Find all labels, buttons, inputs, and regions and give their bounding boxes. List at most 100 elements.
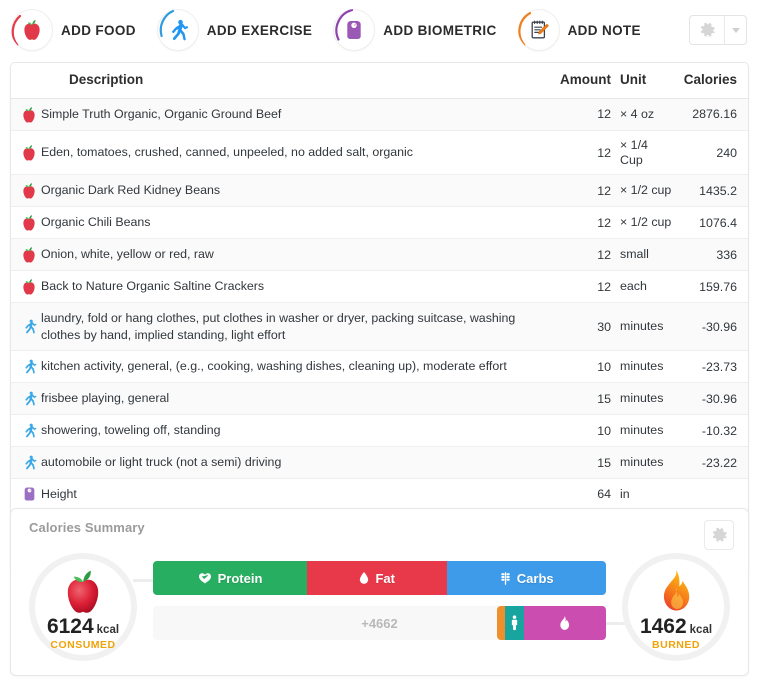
add-exercise-label: ADD EXERCISE — [206, 22, 313, 38]
row-amount: 64 — [558, 478, 620, 511]
row-description: laundry, fold or hang clothes, put cloth… — [41, 302, 558, 352]
toolbar-settings-group[interactable] — [689, 15, 747, 45]
row-calories — [674, 478, 748, 511]
row-amount: 10 — [558, 414, 620, 448]
calorie-tracker-page: ADD FOOD ADD EXERCISE ADD BIOMETRIC ADD … — [0, 0, 759, 687]
calorie-delta-label: +4662 — [361, 615, 398, 631]
col-icon — [11, 63, 41, 99]
row-unit: each — [620, 270, 674, 304]
add-biometric-button[interactable]: ADD BIOMETRIC — [334, 9, 496, 50]
droplet-icon — [359, 571, 369, 585]
apple-icon — [23, 279, 35, 295]
meat-icon — [198, 572, 212, 584]
row-calories: -23.73 — [674, 350, 748, 384]
col-calories: Calories — [674, 63, 748, 99]
burned-value: 1462 — [639, 615, 687, 638]
row-unit: × 1/4 Cup — [620, 130, 674, 176]
col-description: Description — [41, 63, 558, 99]
table-row[interactable]: Back to Nature Organic Saltine Crackers 1… — [11, 270, 748, 304]
table-row[interactable]: Eden, tomatoes, crushed, canned, unpeele… — [11, 130, 748, 176]
table-row[interactable]: Onion, white, yellow or red, raw 12 small 3… — [11, 238, 748, 272]
exercise-segment[interactable] — [523, 606, 606, 640]
calories-summary-card: Calories Summary 6124 kcal CONSUMED 1462… — [10, 508, 749, 676]
burned-unit: kcal — [689, 624, 713, 636]
row-calories: -23.22 — [674, 446, 748, 480]
row-calories: -30.96 — [674, 382, 748, 416]
row-type-icon-cell — [11, 270, 41, 304]
add-exercise-button[interactable]: ADD EXERCISE — [157, 9, 313, 50]
apple-icon — [23, 145, 35, 161]
row-description: Organic Dark Red Kidney Beans — [41, 174, 558, 208]
wheat-icon — [501, 571, 510, 585]
row-description: showering, toweling off, standing — [41, 414, 558, 448]
add-note-button[interactable]: ADD NOTE — [517, 10, 641, 50]
table-row[interactable]: Organic Dark Red Kidney Beans 12 × 1/2 cup… — [11, 174, 748, 208]
table-row[interactable]: showering, toweling off, standing 10 minut… — [11, 414, 748, 448]
log-table-card: Description Amount Unit Calories Simple … — [10, 62, 749, 574]
burned-breakdown-bar — [497, 606, 606, 640]
table-row[interactable]: Height 64 in — [11, 478, 748, 511]
row-description: Onion, white, yellow or red, raw — [41, 238, 558, 272]
row-amount: 12 — [558, 238, 620, 272]
activity-segment[interactable] — [505, 606, 524, 640]
row-amount: 15 — [558, 446, 620, 480]
scale-icon — [24, 487, 34, 501]
toolbar-settings-button[interactable] — [690, 16, 724, 44]
row-unit: × 1/2 cup — [620, 174, 674, 208]
table-row[interactable]: kitchen activity, general, (e.g., cookin… — [11, 350, 748, 384]
summary-bars: Protein Fat Carbs +4662 — [153, 561, 606, 640]
runner-icon — [24, 359, 36, 374]
progress-ring-biometric — [335, 9, 354, 41]
consumed-unit: kcal — [96, 624, 120, 636]
toolbar-settings-dropdown[interactable] — [724, 16, 746, 44]
row-amount: 12 — [558, 98, 620, 131]
table-row[interactable]: automobile or light truck (not a semi) d… — [11, 446, 748, 480]
row-type-icon-cell — [11, 206, 41, 240]
burned-value-row: 1462 kcal — [640, 616, 712, 637]
row-type-icon-cell — [11, 98, 41, 131]
col-amount: Amount — [558, 63, 620, 99]
burned-donut: 1462 kcal BURNED — [622, 553, 730, 661]
add-food-label: ADD FOOD — [61, 22, 136, 38]
row-type-icon-cell — [11, 382, 41, 416]
row-type-icon-cell — [11, 238, 41, 272]
summary-settings-button[interactable] — [704, 520, 734, 550]
runner-icon — [24, 319, 36, 334]
table-row[interactable]: Simple Truth Organic, Organic Ground Bee… — [11, 98, 748, 131]
table-header-row: Description Amount Unit Calories — [11, 63, 748, 99]
row-calories: 1076.4 — [674, 206, 748, 240]
apple-icon — [23, 247, 35, 263]
add-food-button[interactable]: ADD FOOD — [11, 10, 136, 50]
macro-segment-carbs[interactable]: Carbs — [447, 561, 606, 595]
table-row[interactable]: laundry, fold or hang clothes, put cloth… — [11, 302, 748, 352]
macro-segment-fat[interactable]: Fat — [307, 561, 448, 595]
macro-label: Fat — [375, 570, 395, 586]
wheat-icon — [500, 571, 511, 586]
summary-title: Calories Summary — [29, 520, 145, 535]
row-unit: × 1/2 cup — [620, 206, 674, 240]
add-food-icon-circle — [11, 10, 52, 50]
row-type-icon-cell — [11, 414, 41, 448]
flame-icon — [560, 615, 570, 630]
row-calories: -10.32 — [674, 414, 748, 448]
add-note-icon-circle — [517, 10, 559, 50]
row-unit: × 4 oz — [620, 98, 674, 131]
row-amount: 12 — [558, 206, 620, 240]
row-amount: 10 — [558, 350, 620, 384]
row-amount: 15 — [558, 382, 620, 416]
row-description: Organic Chili Beans — [41, 206, 558, 240]
log-table: Description Amount Unit Calories Simple … — [11, 63, 748, 573]
bmr-segment[interactable] — [497, 606, 506, 640]
table-row[interactable]: Organic Chili Beans 12 × 1/2 cup 1076.4 — [11, 206, 748, 240]
consumed-caption: CONSUMED — [50, 639, 116, 651]
macro-segment-protein[interactable]: Protein — [153, 561, 308, 595]
action-toolbar: ADD FOOD ADD EXERCISE ADD BIOMETRIC ADD … — [0, 0, 759, 60]
row-unit: in — [620, 478, 674, 511]
log-table-head: Description Amount Unit Calories — [11, 63, 748, 99]
runner-icon — [24, 423, 36, 438]
add-biometric-icon-circle — [334, 9, 375, 50]
table-row[interactable]: frisbee playing, general 15 minutes -30.96 — [11, 382, 748, 416]
gear-icon — [712, 527, 727, 542]
row-calories: 1435.2 — [674, 174, 748, 208]
chevron-down-icon — [731, 27, 740, 33]
